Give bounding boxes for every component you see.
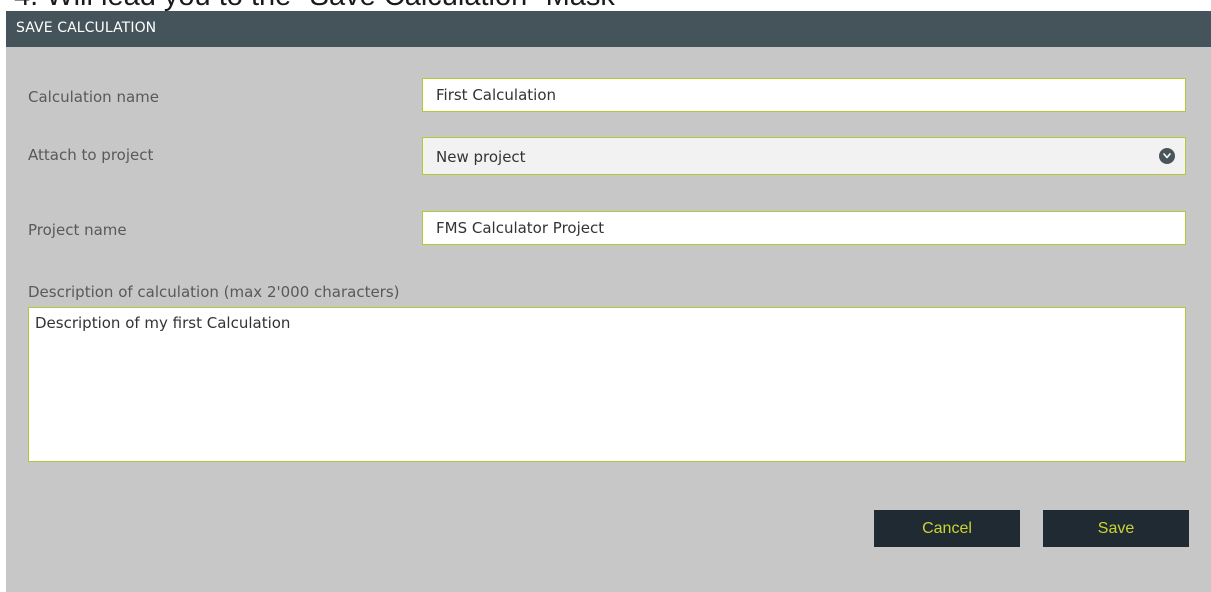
save-button[interactable]: Save <box>1043 510 1189 547</box>
project-name-input[interactable] <box>422 211 1186 245</box>
page-caption: 4. Will lead you to the "Save Calculatio… <box>14 0 615 11</box>
chevron-down-icon[interactable] <box>1159 148 1175 164</box>
project-name-label: Project name <box>28 221 127 239</box>
calculation-name-input[interactable] <box>422 78 1186 112</box>
attach-to-project-label: Attach to project <box>28 146 154 164</box>
cancel-button[interactable]: Cancel <box>874 510 1020 547</box>
save-calculation-dialog: SAVE CALCULATION Calculation name Attach… <box>6 11 1211 592</box>
calculation-name-label: Calculation name <box>28 88 159 106</box>
attach-to-project-select[interactable]: New project <box>422 137 1186 175</box>
dialog-titlebar: SAVE CALCULATION <box>6 11 1211 47</box>
description-label: Description of calculation (max 2'000 ch… <box>28 283 400 301</box>
description-textarea[interactable]: Description of my first Calculation <box>28 307 1186 462</box>
attach-to-project-value: New project <box>436 148 526 166</box>
dialog-title: SAVE CALCULATION <box>16 20 157 36</box>
